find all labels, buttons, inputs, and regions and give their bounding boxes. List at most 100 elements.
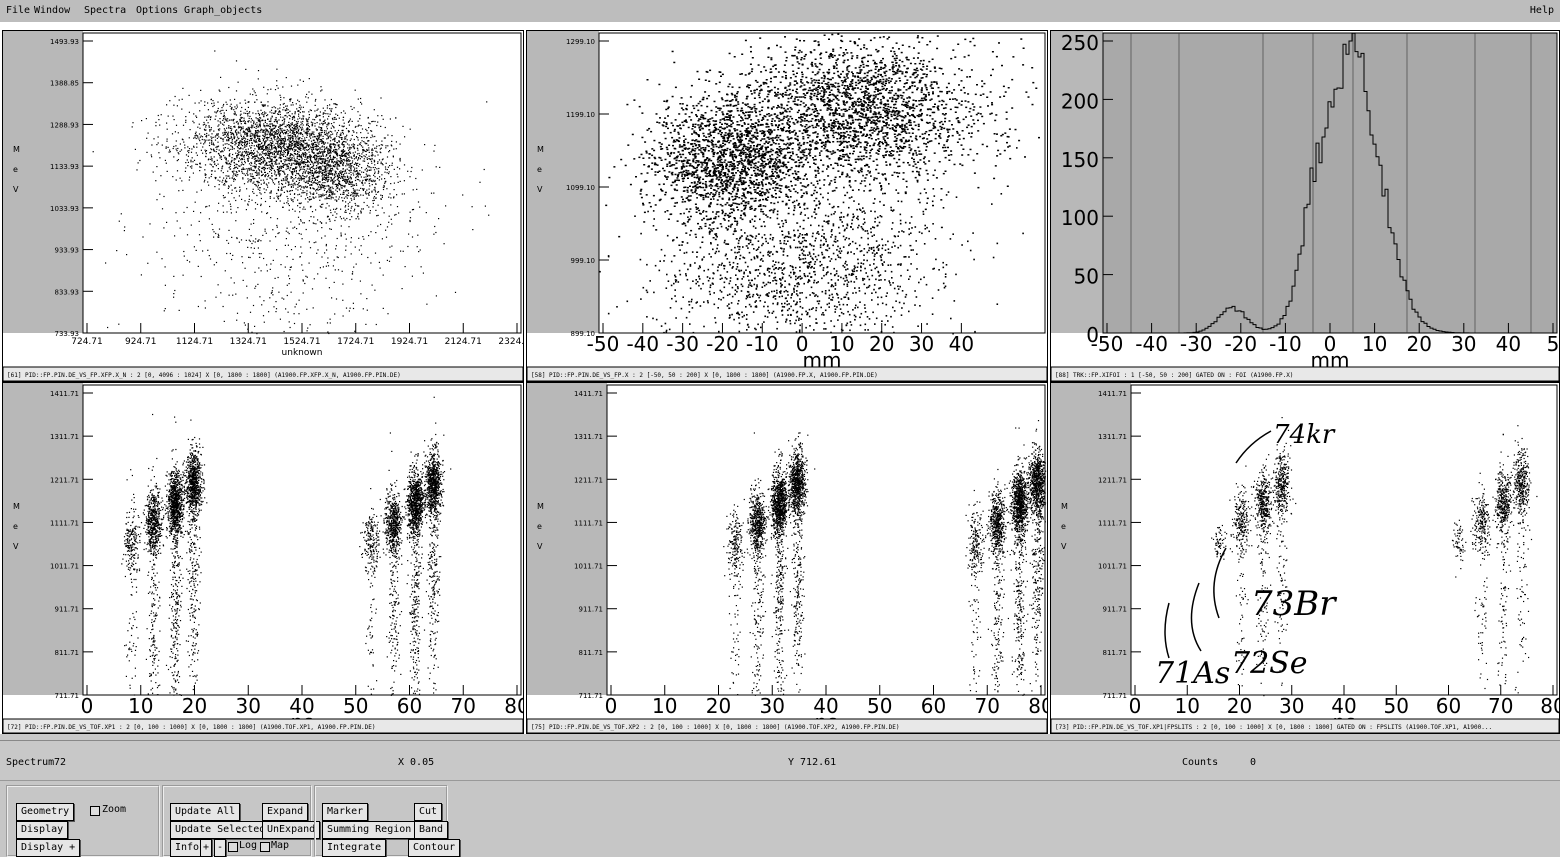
band-button[interactable]: Band [414,821,448,839]
y-tick-label: 1011.71 [1098,563,1127,571]
plot-area [1103,33,1557,333]
x-tick-label: -40 [1135,332,1168,356]
x-tick-label: 924.71 [125,337,157,347]
x-tick-label: 1924.71 [391,337,428,347]
spectrum-panel-72[interactable]: 1411.711311.711211.711111.711011.71911.7… [2,382,524,734]
y-tick-label: 1411.71 [1098,390,1127,398]
x-tick-label: 50 [1384,694,1409,718]
x-tick-label: 30 [1279,694,1304,718]
spectrum-panel-75[interactable]: 1411.711311.711211.711111.711011.71911.7… [526,382,1048,734]
map-label: Map [271,838,289,854]
x-tick-label: 2124.71 [445,337,482,347]
display-button[interactable]: Display [16,821,68,839]
menu-bar: File Window Spectra Options Graph_object… [0,0,1560,23]
update-selected-button[interactable]: Update Selected [170,821,270,839]
spectrum-panel-73[interactable]: 1411.711311.711211.711111.711011.71911.7… [1050,382,1560,734]
zoom-label: Zoom [102,802,126,818]
y-axis-label: e [13,165,18,174]
integrate-button[interactable]: Integrate [322,839,386,857]
x-tick-label: 30 [760,694,785,718]
menu-window[interactable]: Window [34,5,70,16]
x-axis-label: unknown [282,348,323,358]
spectrum-panel-88[interactable]: 250200150100500-50-40-30-20-100102030405… [1050,30,1560,382]
spectrum-caption: [61] PID::FP.PIN.DE_VS_FP.XFP.X_N : 2 [0… [7,372,401,379]
plot-area [1131,385,1557,695]
x-tick-label: 20 [1406,332,1431,356]
x-tick-label: 10 [128,694,153,718]
spectrum-caption: [73] PID::FP.PIN.DE_VS_TOF.XP1|FPSLITS :… [1055,724,1492,731]
spectrum-caption: [88] TRK::FP.XIFOI : 1 [-50, 50 : 200] G… [1055,372,1293,379]
display-plus-button[interactable]: Display + [16,839,80,857]
y-tick-label: 711.71 [1103,692,1128,700]
info-button[interactable]: Info [170,839,204,857]
y-tick-label: 911.71 [55,606,80,614]
control-panel: Geometry Zoom Display Display + Update A… [0,780,1560,857]
x-tick-label: 20 [869,332,894,356]
menu-options[interactable]: Options [136,5,178,16]
plus-button[interactable]: + [200,839,212,857]
x-tick-label: -40 [626,332,659,356]
log-checkbox[interactable] [228,842,238,852]
spectrum-canvas[interactable]: 1299.101199.101099.10999.10899.10MeV-50-… [527,31,1047,381]
x-tick-label: 50 [343,694,368,718]
x-tick-label: -50 [587,332,620,356]
spectrum-canvas[interactable]: 1411.711311.711211.711111.711011.71911.7… [3,383,523,733]
menu-file[interactable]: File [6,5,30,16]
y-tick-label: 1311.71 [1098,433,1127,441]
x-tick-label: 20 [1227,694,1252,718]
unexpand-button[interactable]: UnExpand [262,821,320,839]
x-tick-label: 5 [1547,332,1559,356]
y-tick-label: 1311.71 [574,433,603,441]
contour-button[interactable]: Contour [408,839,460,857]
y-tick-label: 711.71 [579,692,604,700]
counts-value: 0 [1250,757,1256,768]
y-tick-label: 811.71 [1103,649,1128,657]
y-tick-label: 711.71 [55,692,80,700]
plot-area [607,385,1045,695]
geometry-button[interactable]: Geometry [16,803,74,821]
annotation-label: 74kr [1273,420,1336,450]
x-tick-label: -10 [1269,332,1302,356]
y-axis-panel [527,31,599,333]
y-tick-label: 50 [1074,265,1099,289]
x-tick-label: 30 [909,332,934,356]
spectrum-canvas[interactable]: 1411.711311.711211.711111.711011.71911.7… [1051,383,1559,733]
menu-spectra[interactable]: Spectra [84,5,126,16]
spectrum-label: Spectrum [6,757,54,768]
x-tick-label: 20 [706,694,731,718]
map-checkbox[interactable] [260,842,270,852]
y-tick-label: 1299.10 [566,38,595,46]
x-tick-label: 10 [652,694,677,718]
spectrum-panel-61[interactable]: 1493.931388.851288.931133.931033.93933.9… [2,30,524,382]
spectrum-canvas[interactable]: 1493.931388.851288.931133.931033.93933.9… [3,31,523,381]
y-tick-label: 1033.93 [50,205,79,213]
y-readout: Y 712.61 [788,757,836,768]
y-tick-label: 1111.71 [1098,519,1127,527]
objects-group: Marker Cut Summing Region Band Integrate… [314,785,448,857]
y-tick-label: 250 [1061,31,1099,55]
x-tick-label: -20 [706,332,739,356]
y-axis-label: V [537,542,543,551]
spectrum-panel-58[interactable]: 1299.101199.101099.10999.10899.10MeV-50-… [526,30,1048,382]
spectrum-canvas[interactable]: 250200150100500-50-40-30-20-100102030405… [1051,31,1559,381]
update-all-button[interactable]: Update All [170,803,240,821]
marker-button[interactable]: Marker [322,803,368,821]
x-tick-label: 2324.71 [498,337,523,347]
expand-button[interactable]: Expand [262,803,308,821]
y-axis-label: V [13,542,19,551]
x-tick-label: -30 [1180,332,1213,356]
y-tick-label: 1111.71 [574,519,603,527]
y-axis-label: V [1061,542,1067,551]
y-tick-label: 933.93 [55,247,80,255]
minus-button[interactable]: - [214,839,226,857]
spectrum-canvas[interactable]: 1411.711311.711211.711111.711011.71911.7… [527,383,1047,733]
zoom-checkbox[interactable] [90,806,100,816]
menu-graph-objects[interactable]: Graph_objects [184,5,262,16]
y-tick-label: 200 [1061,89,1099,113]
cut-button[interactable]: Cut [414,803,442,821]
x-tick-label: 10 [1362,332,1387,356]
menu-help[interactable]: Help [1530,5,1554,16]
summing-region-button[interactable]: Summing Region [322,821,416,839]
spectrum-value: 72 [54,757,66,768]
y-axis-label: M [537,502,544,511]
